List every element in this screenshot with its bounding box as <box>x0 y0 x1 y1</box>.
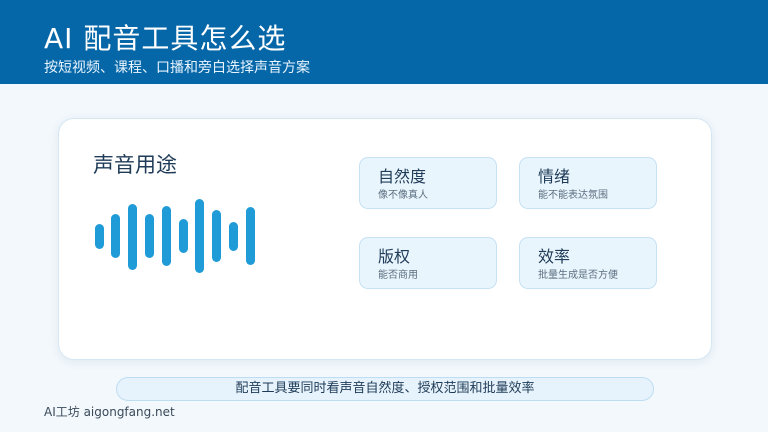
waveform-bar <box>246 207 255 265</box>
criteria-card-copyright: 版权 能否商用 <box>359 237 497 289</box>
card-desc: 能否商用 <box>378 270 418 281</box>
waveform-bar <box>128 204 137 270</box>
waveform-bar <box>212 210 221 262</box>
waveform-bar <box>179 219 188 253</box>
audio-waveform-icon <box>95 197 261 277</box>
waveform-bar <box>95 224 104 249</box>
criteria-card-efficiency: 效率 批量生成是否方便 <box>519 237 657 289</box>
waveform-bar <box>195 199 204 273</box>
waveform-bar <box>162 206 171 266</box>
card-title: 自然度 <box>378 167 427 186</box>
card-title: 版权 <box>378 247 411 266</box>
card-title: 情绪 <box>538 167 571 186</box>
criteria-card-emotion: 情绪 能不能表达氛围 <box>519 157 657 209</box>
card-desc: 像不像真人 <box>378 190 428 201</box>
card-desc: 能不能表达氛围 <box>538 190 608 201</box>
waveform-bar <box>145 214 154 258</box>
usage-title: 声音用途 <box>93 153 177 177</box>
summary-banner: 配音工具要同时看声音自然度、授权范围和批量效率 <box>116 377 654 401</box>
card-title: 效率 <box>538 247 571 266</box>
criteria-card-naturalness: 自然度 像不像真人 <box>359 157 497 209</box>
page-title: AI 配音工具怎么选 <box>44 22 287 55</box>
waveform-bar <box>111 214 120 258</box>
card-desc: 批量生成是否方便 <box>538 270 618 281</box>
content-panel: 声音用途 自然度 像不像真人 情绪 能不能表达氛围 版权 能否商用 效率 批量生… <box>58 118 712 360</box>
waveform-bar <box>229 222 238 251</box>
footer-brand: AI工坊 aigongfang.net <box>44 405 175 419</box>
header-banner: AI 配音工具怎么选 按短视频、课程、口播和旁白选择声音方案 <box>0 0 768 84</box>
page-subtitle: 按短视频、课程、口播和旁白选择声音方案 <box>44 60 310 76</box>
